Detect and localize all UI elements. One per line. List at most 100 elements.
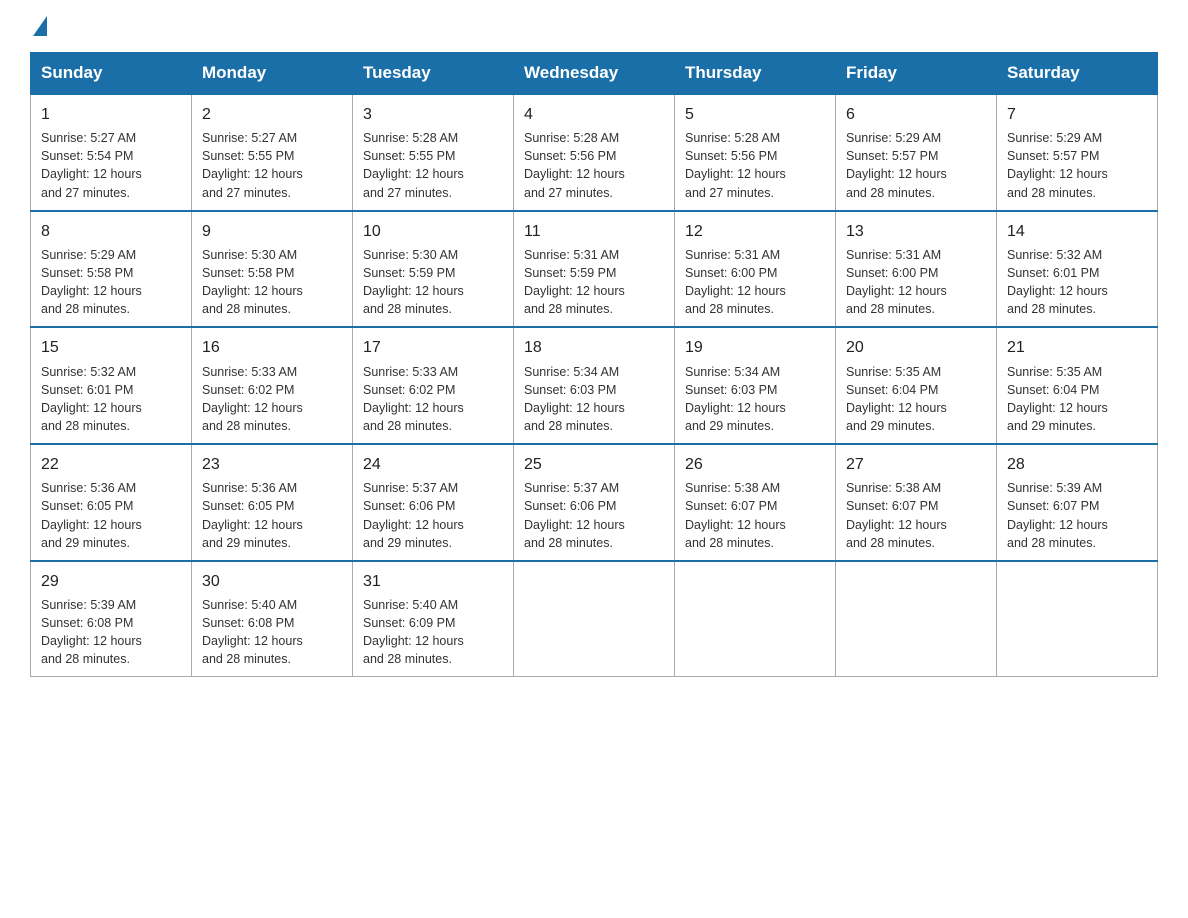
- day-number: 19: [685, 336, 825, 359]
- day-header-saturday: Saturday: [997, 53, 1158, 95]
- calendar-cell: 16 Sunrise: 5:33 AM Sunset: 6:02 PM Dayl…: [192, 327, 353, 444]
- day-info: Sunrise: 5:32 AM Sunset: 6:01 PM Dayligh…: [41, 363, 181, 436]
- calendar-cell: [514, 561, 675, 677]
- calendar-cell: 6 Sunrise: 5:29 AM Sunset: 5:57 PM Dayli…: [836, 94, 997, 211]
- calendar-cell: 20 Sunrise: 5:35 AM Sunset: 6:04 PM Dayl…: [836, 327, 997, 444]
- day-info: Sunrise: 5:31 AM Sunset: 5:59 PM Dayligh…: [524, 246, 664, 319]
- day-number: 22: [41, 453, 181, 476]
- calendar-cell: 4 Sunrise: 5:28 AM Sunset: 5:56 PM Dayli…: [514, 94, 675, 211]
- day-number: 31: [363, 570, 503, 593]
- calendar-cell: 24 Sunrise: 5:37 AM Sunset: 6:06 PM Dayl…: [353, 444, 514, 561]
- day-info: Sunrise: 5:29 AM Sunset: 5:57 PM Dayligh…: [1007, 129, 1147, 202]
- calendar-cell: 15 Sunrise: 5:32 AM Sunset: 6:01 PM Dayl…: [31, 327, 192, 444]
- calendar-cell: 3 Sunrise: 5:28 AM Sunset: 5:55 PM Dayli…: [353, 94, 514, 211]
- day-number: 21: [1007, 336, 1147, 359]
- day-info: Sunrise: 5:29 AM Sunset: 5:57 PM Dayligh…: [846, 129, 986, 202]
- calendar-cell: 23 Sunrise: 5:36 AM Sunset: 6:05 PM Dayl…: [192, 444, 353, 561]
- calendar-cell: 12 Sunrise: 5:31 AM Sunset: 6:00 PM Dayl…: [675, 211, 836, 328]
- day-header-friday: Friday: [836, 53, 997, 95]
- calendar-cell: 26 Sunrise: 5:38 AM Sunset: 6:07 PM Dayl…: [675, 444, 836, 561]
- day-info: Sunrise: 5:35 AM Sunset: 6:04 PM Dayligh…: [846, 363, 986, 436]
- calendar-cell: [997, 561, 1158, 677]
- page-header: [30, 20, 1158, 32]
- day-info: Sunrise: 5:32 AM Sunset: 6:01 PM Dayligh…: [1007, 246, 1147, 319]
- calendar-week-row: 22 Sunrise: 5:36 AM Sunset: 6:05 PM Dayl…: [31, 444, 1158, 561]
- calendar-cell: 27 Sunrise: 5:38 AM Sunset: 6:07 PM Dayl…: [836, 444, 997, 561]
- calendar-cell: 25 Sunrise: 5:37 AM Sunset: 6:06 PM Dayl…: [514, 444, 675, 561]
- day-number: 10: [363, 220, 503, 243]
- day-info: Sunrise: 5:39 AM Sunset: 6:08 PM Dayligh…: [41, 596, 181, 669]
- calendar-week-row: 1 Sunrise: 5:27 AM Sunset: 5:54 PM Dayli…: [31, 94, 1158, 211]
- logo-triangle-icon: [33, 16, 47, 36]
- day-number: 8: [41, 220, 181, 243]
- calendar-cell: 14 Sunrise: 5:32 AM Sunset: 6:01 PM Dayl…: [997, 211, 1158, 328]
- day-number: 24: [363, 453, 503, 476]
- day-info: Sunrise: 5:31 AM Sunset: 6:00 PM Dayligh…: [685, 246, 825, 319]
- calendar-cell: 7 Sunrise: 5:29 AM Sunset: 5:57 PM Dayli…: [997, 94, 1158, 211]
- day-info: Sunrise: 5:31 AM Sunset: 6:00 PM Dayligh…: [846, 246, 986, 319]
- day-info: Sunrise: 5:28 AM Sunset: 5:55 PM Dayligh…: [363, 129, 503, 202]
- calendar-cell: 2 Sunrise: 5:27 AM Sunset: 5:55 PM Dayli…: [192, 94, 353, 211]
- day-info: Sunrise: 5:37 AM Sunset: 6:06 PM Dayligh…: [524, 479, 664, 552]
- day-number: 9: [202, 220, 342, 243]
- day-info: Sunrise: 5:35 AM Sunset: 6:04 PM Dayligh…: [1007, 363, 1147, 436]
- day-number: 30: [202, 570, 342, 593]
- day-info: Sunrise: 5:28 AM Sunset: 5:56 PM Dayligh…: [524, 129, 664, 202]
- day-info: Sunrise: 5:34 AM Sunset: 6:03 PM Dayligh…: [524, 363, 664, 436]
- calendar-cell: 19 Sunrise: 5:34 AM Sunset: 6:03 PM Dayl…: [675, 327, 836, 444]
- day-info: Sunrise: 5:38 AM Sunset: 6:07 PM Dayligh…: [846, 479, 986, 552]
- calendar-cell: [675, 561, 836, 677]
- calendar-cell: 21 Sunrise: 5:35 AM Sunset: 6:04 PM Dayl…: [997, 327, 1158, 444]
- day-number: 18: [524, 336, 664, 359]
- day-number: 27: [846, 453, 986, 476]
- day-number: 7: [1007, 103, 1147, 126]
- day-number: 6: [846, 103, 986, 126]
- day-number: 5: [685, 103, 825, 126]
- calendar-cell: 13 Sunrise: 5:31 AM Sunset: 6:00 PM Dayl…: [836, 211, 997, 328]
- day-number: 3: [363, 103, 503, 126]
- calendar-cell: 31 Sunrise: 5:40 AM Sunset: 6:09 PM Dayl…: [353, 561, 514, 677]
- day-info: Sunrise: 5:29 AM Sunset: 5:58 PM Dayligh…: [41, 246, 181, 319]
- day-info: Sunrise: 5:30 AM Sunset: 5:59 PM Dayligh…: [363, 246, 503, 319]
- day-info: Sunrise: 5:30 AM Sunset: 5:58 PM Dayligh…: [202, 246, 342, 319]
- day-info: Sunrise: 5:40 AM Sunset: 6:09 PM Dayligh…: [363, 596, 503, 669]
- day-info: Sunrise: 5:27 AM Sunset: 5:54 PM Dayligh…: [41, 129, 181, 202]
- calendar-cell: [836, 561, 997, 677]
- day-header-tuesday: Tuesday: [353, 53, 514, 95]
- day-header-thursday: Thursday: [675, 53, 836, 95]
- calendar-cell: 8 Sunrise: 5:29 AM Sunset: 5:58 PM Dayli…: [31, 211, 192, 328]
- day-info: Sunrise: 5:27 AM Sunset: 5:55 PM Dayligh…: [202, 129, 342, 202]
- day-number: 28: [1007, 453, 1147, 476]
- calendar-week-row: 29 Sunrise: 5:39 AM Sunset: 6:08 PM Dayl…: [31, 561, 1158, 677]
- day-info: Sunrise: 5:33 AM Sunset: 6:02 PM Dayligh…: [202, 363, 342, 436]
- day-number: 14: [1007, 220, 1147, 243]
- day-info: Sunrise: 5:40 AM Sunset: 6:08 PM Dayligh…: [202, 596, 342, 669]
- calendar-cell: 17 Sunrise: 5:33 AM Sunset: 6:02 PM Dayl…: [353, 327, 514, 444]
- day-number: 25: [524, 453, 664, 476]
- calendar-week-row: 8 Sunrise: 5:29 AM Sunset: 5:58 PM Dayli…: [31, 211, 1158, 328]
- day-number: 1: [41, 103, 181, 126]
- day-number: 26: [685, 453, 825, 476]
- calendar-week-row: 15 Sunrise: 5:32 AM Sunset: 6:01 PM Dayl…: [31, 327, 1158, 444]
- day-info: Sunrise: 5:37 AM Sunset: 6:06 PM Dayligh…: [363, 479, 503, 552]
- day-number: 4: [524, 103, 664, 126]
- calendar-cell: 29 Sunrise: 5:39 AM Sunset: 6:08 PM Dayl…: [31, 561, 192, 677]
- day-number: 20: [846, 336, 986, 359]
- calendar-header-row: SundayMondayTuesdayWednesdayThursdayFrid…: [31, 53, 1158, 95]
- calendar-table: SundayMondayTuesdayWednesdayThursdayFrid…: [30, 52, 1158, 677]
- day-number: 29: [41, 570, 181, 593]
- day-number: 2: [202, 103, 342, 126]
- day-header-monday: Monday: [192, 53, 353, 95]
- day-info: Sunrise: 5:36 AM Sunset: 6:05 PM Dayligh…: [202, 479, 342, 552]
- logo-text: [30, 20, 47, 36]
- calendar-cell: 10 Sunrise: 5:30 AM Sunset: 5:59 PM Dayl…: [353, 211, 514, 328]
- calendar-cell: 9 Sunrise: 5:30 AM Sunset: 5:58 PM Dayli…: [192, 211, 353, 328]
- day-info: Sunrise: 5:33 AM Sunset: 6:02 PM Dayligh…: [363, 363, 503, 436]
- calendar-cell: 28 Sunrise: 5:39 AM Sunset: 6:07 PM Dayl…: [997, 444, 1158, 561]
- day-number: 15: [41, 336, 181, 359]
- calendar-cell: 18 Sunrise: 5:34 AM Sunset: 6:03 PM Dayl…: [514, 327, 675, 444]
- day-number: 13: [846, 220, 986, 243]
- day-info: Sunrise: 5:28 AM Sunset: 5:56 PM Dayligh…: [685, 129, 825, 202]
- calendar-cell: 5 Sunrise: 5:28 AM Sunset: 5:56 PM Dayli…: [675, 94, 836, 211]
- day-info: Sunrise: 5:36 AM Sunset: 6:05 PM Dayligh…: [41, 479, 181, 552]
